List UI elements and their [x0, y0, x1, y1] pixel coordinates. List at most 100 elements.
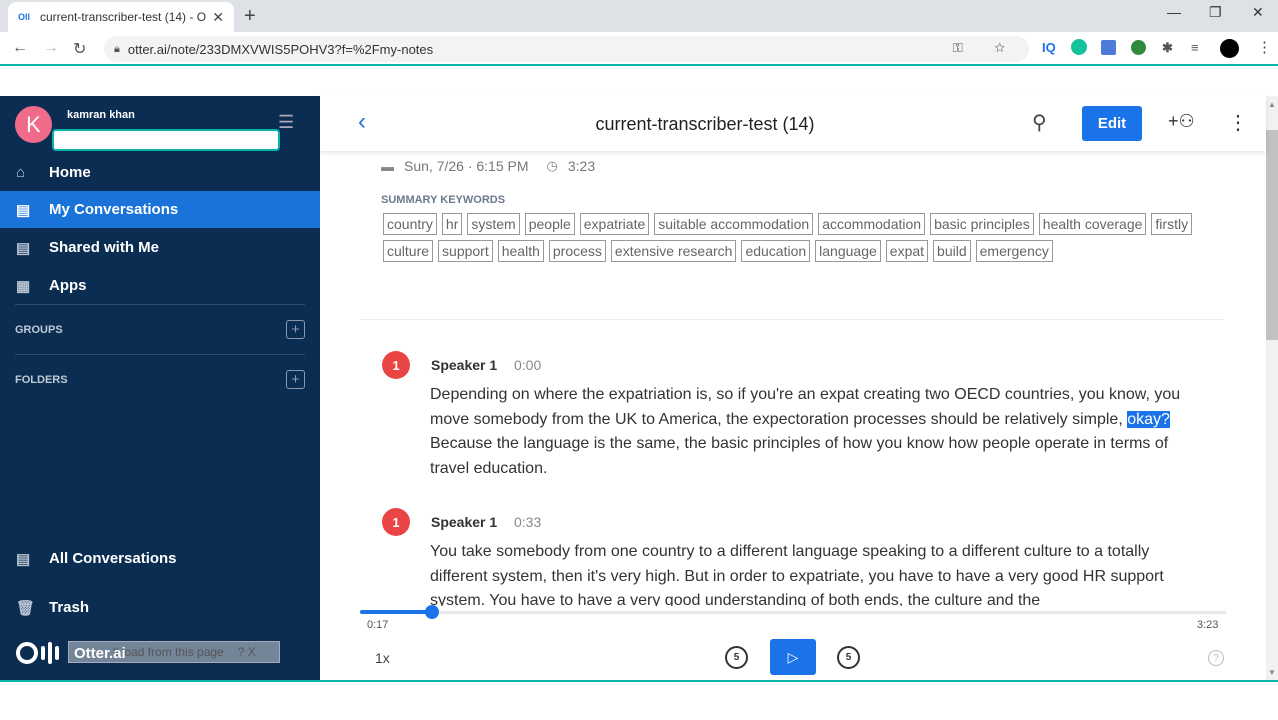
- translate-extension-icon[interactable]: [1101, 40, 1116, 55]
- current-time: 0:17: [367, 619, 389, 631]
- keyword-chip[interactable]: suitable accommodation: [654, 213, 814, 235]
- scroll-down-icon[interactable]: ▼: [1268, 668, 1276, 677]
- add-group-button[interactable]: +: [286, 320, 305, 339]
- url-field[interactable]: 🔒︎ otter.ai/note/233DMXVWIS5POHV3?f=%2Fm…: [104, 36, 1029, 62]
- sidebar-item-label: Shared with Me: [49, 239, 160, 256]
- reading-list-icon[interactable]: ≡: [1191, 40, 1199, 55]
- summary-keywords-label: SUMMARY KEYWORDS: [381, 194, 506, 206]
- sidebar-item-label: Home: [49, 164, 91, 181]
- keyword-chip[interactable]: expat: [885, 240, 929, 262]
- user-email-field[interactable]: [52, 129, 280, 151]
- keyword-chip[interactable]: basic principles: [930, 213, 1034, 235]
- overlay-text: ll load from this page: [113, 645, 224, 659]
- search-icon[interactable]: ⚲: [1032, 110, 1047, 135]
- all-conversations-icon: ▤: [16, 550, 31, 568]
- sidebar-item-shared-with-me[interactable]: ▤ Shared with Me: [0, 229, 320, 266]
- profile-avatar[interactable]: [1220, 39, 1239, 58]
- scrollbar-thumb[interactable]: [1266, 130, 1278, 340]
- active-word[interactable]: okay?: [1127, 410, 1170, 428]
- lock-icon: 🔒︎: [114, 42, 120, 55]
- seek-progress: [360, 610, 433, 614]
- keyword-chip[interactable]: people: [524, 213, 575, 235]
- rewind-5-icon[interactable]: 5: [725, 646, 748, 669]
- edit-button[interactable]: Edit: [1082, 106, 1142, 141]
- sidebar-item-my-conversations[interactable]: ▤ My Conversations: [0, 191, 320, 228]
- keyword-chip[interactable]: process: [548, 240, 606, 262]
- keyword-chip[interactable]: emergency: [975, 240, 1053, 262]
- grammarly-extension-icon[interactable]: [1071, 39, 1087, 55]
- speaker-name[interactable]: Speaker 1: [431, 357, 497, 373]
- speaker-badge[interactable]: 1: [382, 508, 410, 536]
- transcript-text[interactable]: Depending on where the expatriation is, …: [430, 383, 1205, 481]
- sidebar-item-home[interactable]: ⌂ Home: [0, 154, 320, 191]
- trash-icon: 🗑︎: [16, 599, 36, 617]
- back-nav-icon[interactable]: ←: [12, 39, 28, 57]
- browser-menu-icon[interactable]: ⋮: [1257, 38, 1272, 56]
- accent-line: [0, 64, 1278, 66]
- timestamp[interactable]: 0:33: [514, 514, 541, 530]
- keyword-chip[interactable]: system: [467, 213, 520, 235]
- seek-track[interactable]: [360, 611, 1226, 614]
- note-date: Sun, 7/26 · 6:15 PM: [404, 158, 529, 174]
- keyword-chip[interactable]: education: [741, 240, 811, 262]
- scroll-up-icon[interactable]: ▲: [1268, 100, 1276, 109]
- keyword-chip[interactable]: health coverage: [1038, 213, 1147, 235]
- keyword-chip[interactable]: build: [933, 240, 971, 262]
- keyword-chip[interactable]: accommodation: [818, 213, 926, 235]
- maximize-button[interactable]: ❐: [1209, 4, 1222, 21]
- page-title: current-transcriber-test (14): [595, 114, 815, 134]
- iq-extension-icon[interactable]: IQ: [1042, 40, 1056, 55]
- forward-nav-icon[interactable]: →: [43, 39, 59, 57]
- note-duration: 3:23: [567, 158, 596, 174]
- url-text: otter.ai/note/233DMXVWIS5POHV3?f=%2Fmy-n…: [127, 41, 434, 57]
- browser-tab[interactable]: Oll current-transcriber-test (14) - Ott …: [8, 2, 234, 32]
- tab-title: current-transcriber-test (14) - Ott: [40, 10, 207, 24]
- keyword-chip[interactable]: support: [438, 240, 493, 262]
- keyword-chip[interactable]: firstly: [1151, 213, 1193, 235]
- sidebar-divider: [15, 304, 305, 305]
- transcript-text[interactable]: You take somebody from one country to a …: [430, 540, 1205, 614]
- clock-icon: ◷: [546, 158, 558, 173]
- reload-icon[interactable]: ↻: [73, 39, 86, 59]
- keyword-list: country hr system people expatriate suitable …: [383, 213, 1203, 262]
- more-options-icon[interactable]: ⋮: [1228, 110, 1248, 135]
- tab-close-icon[interactable]: ✕: [212, 9, 224, 26]
- puzzle-extension-icon[interactable]: ✱: [1162, 40, 1173, 56]
- play-button[interactable]: ▷: [770, 639, 816, 675]
- sidebar-item-label: Trash: [49, 599, 90, 616]
- hamburger-menu-icon[interactable]: ☰: [278, 112, 294, 133]
- speaker-name[interactable]: Speaker 1: [431, 514, 497, 530]
- speaker-badge[interactable]: 1: [382, 351, 410, 379]
- close-window-button[interactable]: ✕: [1252, 4, 1264, 21]
- calendar-icon: ▬: [381, 158, 394, 174]
- avatar[interactable]: K: [15, 106, 52, 143]
- omnibox-icons[interactable]: ⚿ ☆: [953, 40, 1019, 56]
- add-person-icon[interactable]: +⚇: [1168, 111, 1195, 132]
- globe-extension-icon[interactable]: [1131, 40, 1146, 55]
- keyword-chip[interactable]: country: [383, 213, 437, 235]
- timestamp[interactable]: 0:00: [514, 357, 541, 373]
- otter-logo-icon: [16, 642, 38, 664]
- folders-heading: FOLDERS: [15, 374, 68, 386]
- overlay-buttons[interactable]: ? X: [238, 645, 256, 659]
- sidebar-item-all-conversations[interactable]: ▤ All Conversations: [0, 540, 320, 577]
- keyword-chip[interactable]: hr: [441, 213, 463, 235]
- otter-favicon-icon: Oll: [18, 12, 31, 22]
- accent-line-bottom: [0, 680, 1278, 682]
- add-folder-button[interactable]: +: [286, 370, 305, 389]
- keyword-chip[interactable]: expatriate: [579, 213, 650, 235]
- sidebar-item-apps[interactable]: ▦ Apps: [0, 267, 320, 304]
- keyword-chip[interactable]: language: [815, 240, 881, 262]
- sidebar-item-trash[interactable]: 🗑︎ Trash: [0, 589, 320, 626]
- keyword-chip[interactable]: culture: [383, 240, 434, 262]
- new-tab-button[interactable]: +: [244, 5, 256, 28]
- keyword-chip[interactable]: health: [497, 240, 544, 262]
- sidebar-item-label: My Conversations: [49, 201, 179, 218]
- keyword-chip[interactable]: extensive research: [610, 240, 737, 262]
- minimize-button[interactable]: —: [1167, 4, 1181, 20]
- apps-grid-icon: ▦: [16, 277, 31, 295]
- forward-5-icon[interactable]: 5: [837, 646, 860, 669]
- playback-speed-button[interactable]: 1x: [375, 650, 390, 666]
- help-icon[interactable]: ?: [1208, 650, 1224, 666]
- note-header: ‹ current-transcriber-test (14) ⚲ Edit +…: [320, 96, 1266, 151]
